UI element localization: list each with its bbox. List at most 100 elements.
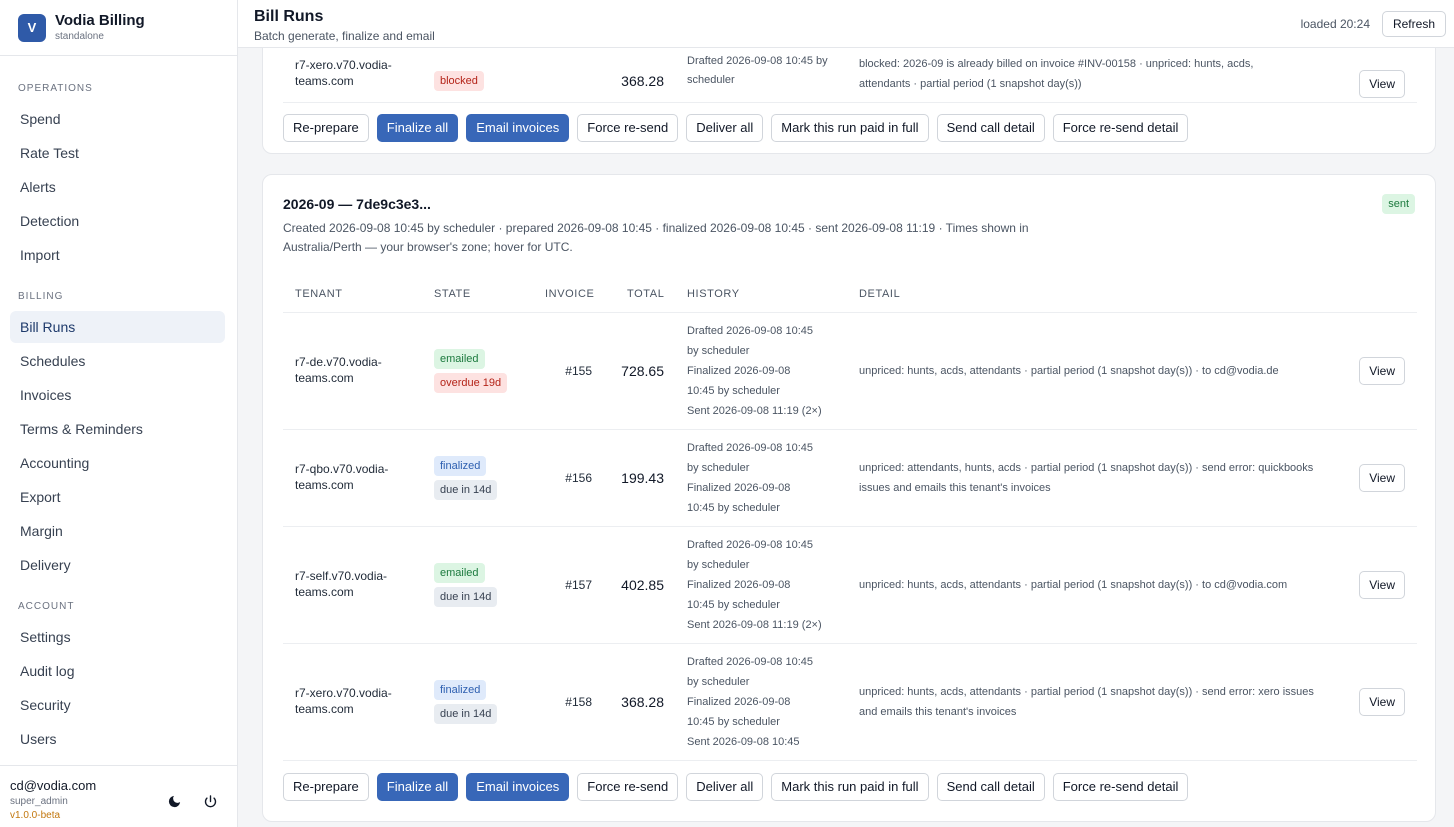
sidebar-item-accounting[interactable]: Accounting — [10, 447, 225, 479]
history-line: 10:45 by scheduler — [687, 716, 780, 728]
view-button[interactable]: View — [1359, 357, 1405, 385]
finalize-all-button[interactable]: Finalize all — [376, 773, 459, 801]
invoice-cell[interactable]: #156 — [523, 471, 592, 485]
sidebar-item-detection[interactable]: Detection — [10, 205, 225, 237]
mark-paid-button[interactable]: Mark this run paid in full — [771, 114, 929, 142]
view-button[interactable]: View — [1359, 688, 1405, 716]
sidebar-item-settings[interactable]: Settings — [10, 621, 225, 653]
sidebar-item-export[interactable]: Export — [10, 481, 225, 513]
sidebar-item-invoices[interactable]: Invoices — [10, 379, 225, 411]
sidebar-item-schedules[interactable]: Schedules — [10, 345, 225, 377]
tenant-cell: r7-xero.v70.vodia-teams.com — [295, 686, 392, 716]
divider — [283, 102, 1417, 103]
history-cell: Drafted 2026-09-08 10:45 by scheduler Fi… — [687, 321, 847, 421]
mark-paid-button[interactable]: Mark this run paid in full — [771, 773, 929, 801]
sidebar-item-delivery[interactable]: Delivery — [10, 549, 225, 581]
table-row: r7-xero.v70.vodia-teams.com blocked 368.… — [283, 48, 1417, 98]
history-line: Finalized 2026-09-08 — [687, 696, 791, 708]
power-icon[interactable] — [201, 794, 219, 813]
detail-cell: unpriced: hunts, acds, attendants · part… — [859, 579, 1288, 591]
total-cell: 368.28 — [621, 694, 664, 710]
history-line: Finalized 2026-09-08 — [687, 365, 791, 377]
total-cell: 728.65 — [621, 363, 664, 379]
run-actions: Re-prepare Finalize all Email invoices F… — [283, 773, 1189, 801]
column-header-tenant: TENANT — [295, 288, 343, 300]
email-invoices-button[interactable]: Email invoices — [466, 114, 570, 142]
send-call-detail-button[interactable]: Send call detail — [936, 114, 1045, 142]
sidebar-item-security[interactable]: Security — [10, 689, 225, 721]
bill-run-card: r7-xero.v70.vodia-teams.com blocked 368.… — [262, 48, 1436, 154]
history-cell: Drafted 2026-09-08 10:45 by scheduler — [687, 52, 867, 90]
tenant-cell: r7-de.v70.vodia-teams.com — [295, 355, 382, 385]
brand-subtitle: standalone — [55, 31, 104, 42]
invoice-cell[interactable]: #157 — [523, 578, 592, 592]
detail-cell: unpriced: attendants, hunts, acds · part… — [859, 462, 1314, 494]
force-resend-button[interactable]: Force re-send — [577, 773, 679, 801]
refresh-button[interactable]: Refresh — [1381, 11, 1446, 37]
history-line: Sent 2026-09-08 11:19 (2×) — [687, 619, 822, 631]
history-line: Sent 2026-09-08 11:19 (2×) — [687, 405, 822, 417]
loaded-time: loaded 20:24 — [1300, 17, 1370, 31]
brand-name: Vodia Billing — [55, 12, 145, 29]
run-title: 2026-09 — 7de9c3e3... — [283, 196, 431, 212]
history-line: by scheduler — [687, 345, 750, 357]
email-invoices-button[interactable]: Email invoices — [466, 773, 570, 801]
sidebar-item-rate-test[interactable]: Rate Test — [10, 137, 225, 169]
send-call-detail-button[interactable]: Send call detail — [936, 773, 1045, 801]
finalize-all-button[interactable]: Finalize all — [376, 114, 459, 142]
re-prepare-button[interactable]: Re-prepare — [283, 114, 369, 142]
sidebar-item-audit-log[interactable]: Audit log — [10, 655, 225, 687]
deliver-all-button[interactable]: Deliver all — [686, 114, 764, 142]
sidebar-item-margin[interactable]: Margin — [10, 515, 225, 547]
history-line: by scheduler — [687, 559, 750, 571]
user-email: cd@vodia.com — [10, 778, 97, 793]
table-row: r7-de.v70.vodia-teams.com emailed overdu… — [283, 312, 1417, 430]
moon-icon[interactable] — [165, 794, 183, 813]
force-resend-detail-button[interactable]: Force re-send detail — [1052, 773, 1189, 801]
invoice-cell[interactable]: #158 — [523, 695, 592, 709]
view-button[interactable]: View — [1359, 571, 1405, 599]
sidebar-item-terms-reminders[interactable]: Terms & Reminders — [10, 413, 225, 445]
view-button[interactable]: View — [1359, 464, 1405, 492]
tenant-cell: r7-qbo.v70.vodia-teams.com — [295, 462, 389, 492]
table-row: r7-self.v70.vodia-teams.com emailed due … — [283, 526, 1417, 644]
column-header-total: TOTAL — [627, 288, 665, 300]
deliver-all-button[interactable]: Deliver all — [686, 773, 764, 801]
tenant-cell: r7-xero.v70.vodia-teams.com — [295, 58, 392, 88]
history-line: scheduler — [687, 74, 735, 86]
re-prepare-button[interactable]: Re-prepare — [283, 773, 369, 801]
sidebar-item-alerts[interactable]: Alerts — [10, 171, 225, 203]
history-line: Finalized 2026-09-08 — [687, 482, 791, 494]
sidebar-item-users[interactable]: Users — [10, 723, 225, 755]
state-badge: due in 14d — [434, 480, 498, 500]
sidebar: V Vodia Billing standalone OPERATIONS Sp… — [0, 0, 238, 827]
history-line: 10:45 by scheduler — [687, 502, 780, 514]
state-badge: finalized — [434, 456, 487, 476]
total-cell: 368.28 — [621, 73, 664, 89]
table-row: r7-xero.v70.vodia-teams.com finalized du… — [283, 643, 1417, 761]
total-cell: 199.43 — [621, 470, 664, 486]
state-badge: due in 14d — [434, 704, 498, 724]
history-line: Drafted 2026-09-08 10:45 by — [687, 55, 828, 67]
main-content: r7-xero.v70.vodia-teams.com blocked 368.… — [238, 48, 1454, 827]
sidebar-item-import[interactable]: Import — [10, 239, 225, 271]
sidebar-item-bill-runs[interactable]: Bill Runs — [10, 311, 225, 343]
run-actions: Re-prepare Finalize all Email invoices F… — [283, 114, 1189, 142]
view-button[interactable]: View — [1359, 70, 1405, 98]
history-line: Finalized 2026-09-08 — [687, 579, 791, 591]
force-resend-detail-button[interactable]: Force re-send detail — [1052, 114, 1189, 142]
history-line: Drafted 2026-09-08 10:45 — [687, 539, 813, 551]
state-badge: finalized — [434, 680, 487, 700]
history-line: by scheduler — [687, 462, 750, 474]
history-line: Sent 2026-09-08 10:45 — [687, 736, 800, 748]
sidebar-nav: OPERATIONS Spend Rate Test Alerts Detect… — [0, 56, 237, 765]
column-header-history: HISTORY — [687, 288, 740, 300]
column-header-state: STATE — [434, 288, 471, 300]
page-header: Bill Runs Batch generate, finalize and e… — [238, 0, 1454, 48]
invoice-cell[interactable]: #155 — [523, 364, 592, 378]
history-line: 10:45 by scheduler — [687, 599, 780, 611]
detail-cell: unpriced: hunts, acds, attendants · part… — [859, 365, 1279, 377]
history-line: 10:45 by scheduler — [687, 385, 780, 397]
sidebar-item-spend[interactable]: Spend — [10, 103, 225, 135]
force-resend-button[interactable]: Force re-send — [577, 114, 679, 142]
